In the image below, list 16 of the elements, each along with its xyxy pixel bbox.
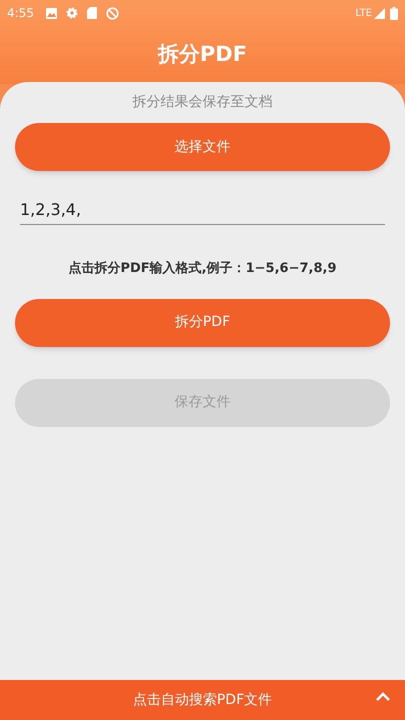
sd-card-icon [86,7,97,19]
save-notice: 拆分结果会保存至文档 [132,93,272,112]
page-title: 拆分PDF [158,41,248,68]
select-file-button[interactable]: 选择文件 [15,123,390,171]
blocked-icon [106,6,119,20]
network-label: LTE [355,6,372,20]
status-time: 4:55 [7,5,34,22]
bottom-bar[interactable]: 点击自动搜索PDF文件 [0,680,405,720]
battery-icon [390,6,398,20]
gear-icon [66,7,78,19]
page-range-input[interactable]: 1,2,3,4, [20,195,385,225]
image-icon [46,8,57,18]
format-hint: 点击拆分PDF输入格式,例子：1−5,6−7,8,9 [68,260,336,278]
chevron-up-icon [375,692,391,702]
signal-icon [374,8,385,18]
split-pdf-button[interactable]: 拆分PDF [15,298,390,346]
